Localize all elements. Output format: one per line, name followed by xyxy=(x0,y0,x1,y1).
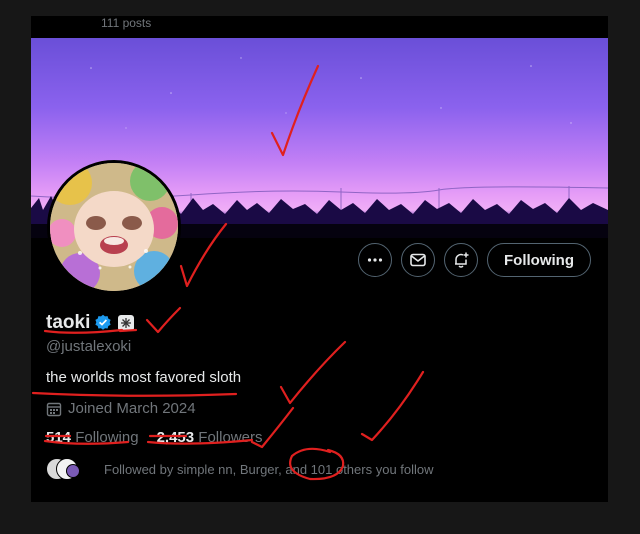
mini-avatar xyxy=(66,464,80,478)
followers-label: Followers xyxy=(198,429,263,446)
profile-avatar[interactable] xyxy=(47,160,181,294)
bell-plus-icon xyxy=(455,252,469,268)
message-button[interactable] xyxy=(401,243,436,277)
posts-count: 111 posts xyxy=(101,18,152,30)
notify-button[interactable] xyxy=(444,243,479,277)
following-count: 514 xyxy=(46,429,72,446)
following-label: Following xyxy=(75,429,139,446)
verified-badge-icon[interactable] xyxy=(94,314,112,332)
more-icon xyxy=(367,258,383,262)
affiliate-badge-icon[interactable] xyxy=(118,315,135,331)
joined-text: Joined March 2024 xyxy=(68,400,196,417)
followers-stat[interactable]: 2,453 Followers xyxy=(157,429,263,446)
name-row: taoki xyxy=(46,312,596,334)
profile-actions: Following xyxy=(358,243,591,277)
followed-by-row[interactable]: Followed by simple nn, Burger, and 101 o… xyxy=(46,458,596,480)
more-button[interactable] xyxy=(358,243,393,277)
display-name: taoki xyxy=(46,312,91,333)
followers-count: 2,453 xyxy=(156,429,195,446)
calendar-icon xyxy=(46,402,62,416)
follow-stats: 514 Following 2,453 Followers xyxy=(46,429,596,446)
following-button[interactable]: Following xyxy=(487,243,591,277)
handle: @justalexoki xyxy=(46,338,132,355)
followed-by-text: Followed by simple nn, Burger, and 101 o… xyxy=(104,461,434,477)
following-stat[interactable]: 514 Following xyxy=(46,429,139,446)
profile-frame: 111 posts Following taoki @justalexoki t… xyxy=(31,16,608,502)
follower-avatars xyxy=(46,458,84,480)
profile-info: taoki @justalexoki the worlds most favor… xyxy=(46,312,596,480)
bio: the worlds most favored sloth xyxy=(46,369,242,386)
joined-date: Joined March 2024 xyxy=(46,400,596,417)
mail-icon xyxy=(410,253,426,267)
